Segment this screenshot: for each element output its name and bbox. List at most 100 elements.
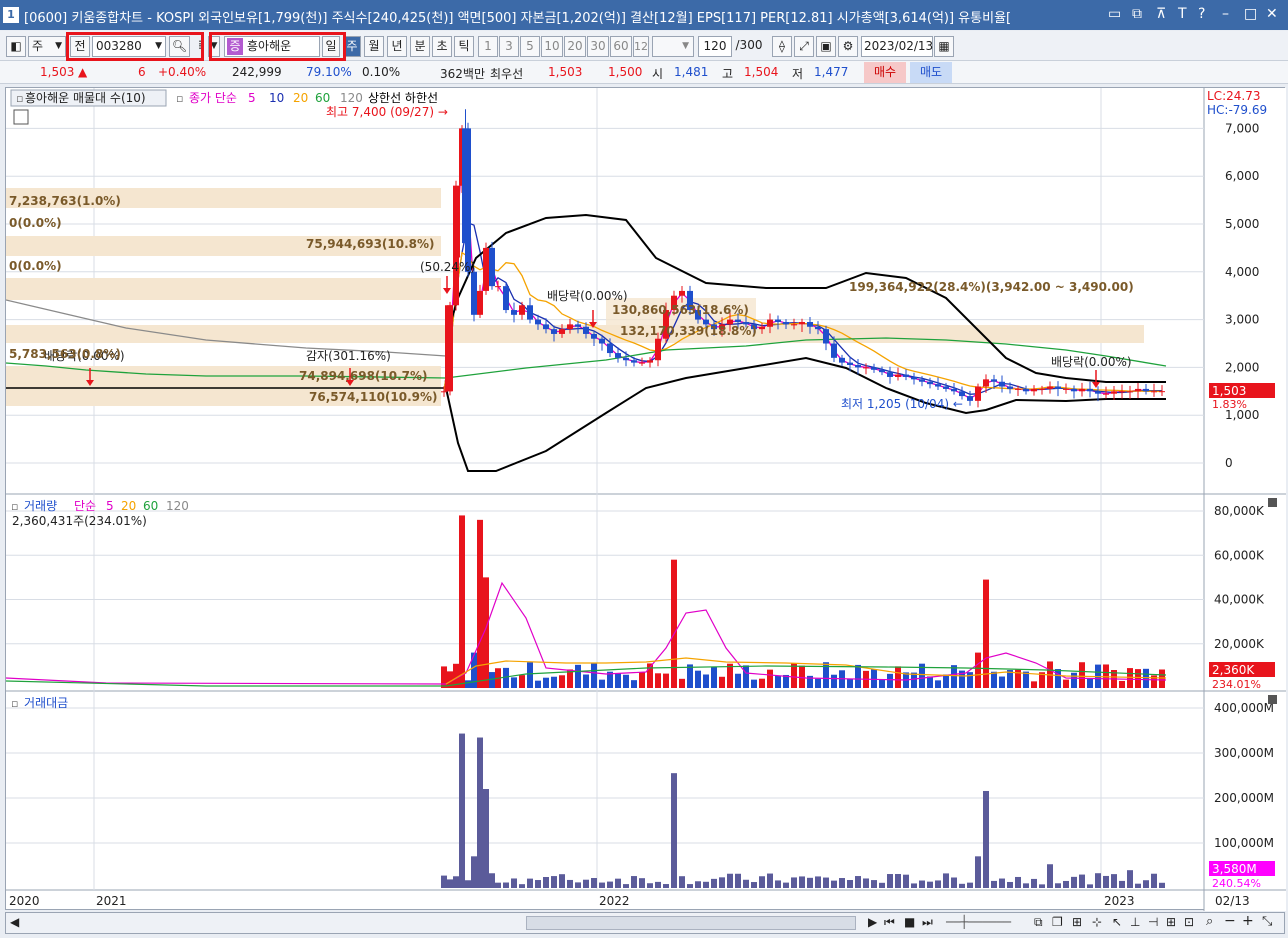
title-bar: 1 [0600] 키움종합차트 - KOSPI 외국인보유[1,799(천)] … xyxy=(0,0,1288,30)
interval-10[interactable]: 10 xyxy=(541,36,563,57)
indicator-icon[interactable]: ⟠ xyxy=(772,36,792,57)
vol-legend-ma120[interactable]: 120 xyxy=(166,499,189,513)
help-icon[interactable]: ? xyxy=(1198,6,1205,22)
table-icon[interactable] xyxy=(13,109,29,125)
amount-bar xyxy=(1023,883,1029,888)
count-input[interactable]: 120 xyxy=(698,36,732,57)
zoom-slider[interactable]: ──┼────── xyxy=(946,915,1011,929)
calendar-icon[interactable]: ▦ xyxy=(934,36,954,57)
scroll-thumb[interactable] xyxy=(526,916,856,930)
zoom-icon[interactable]: ⌕ xyxy=(1206,914,1213,929)
candle-body xyxy=(1135,388,1141,392)
vol-legend-ma20[interactable]: 20 xyxy=(121,499,136,513)
amount-bar xyxy=(831,880,837,888)
split-icon[interactable]: ⊣ xyxy=(1148,915,1158,929)
zoom-in-icon[interactable]: + xyxy=(1242,913,1254,929)
crosshair-icon[interactable]: ⊹ xyxy=(1092,915,1102,929)
layout-icon[interactable]: ▭ xyxy=(1108,6,1121,22)
close-button[interactable]: ✕ xyxy=(1266,6,1278,22)
legend-ma-title[interactable]: 종가 단순 xyxy=(189,91,237,105)
legend-ma120[interactable]: 120 xyxy=(340,91,363,105)
period-type-select[interactable]: 주 ▼ xyxy=(28,36,66,57)
chart-area[interactable]: 7,000 6,000 5,000 4,000 3,000 2,000 1,000 0 80,0… xyxy=(5,87,1286,911)
tf-second[interactable]: 초 xyxy=(432,36,452,57)
amount-bar xyxy=(511,878,517,888)
volume-bar xyxy=(559,675,565,688)
stop-icon[interactable]: ■ xyxy=(904,915,915,929)
layout-tool-icon[interactable]: ⧉ xyxy=(1034,915,1043,930)
tf-month[interactable]: 월 xyxy=(364,36,384,57)
tf-year[interactable]: 년 xyxy=(387,36,407,57)
interval-1[interactable]: 1 xyxy=(478,36,498,57)
vol-legend-ma-title[interactable]: 단순 xyxy=(74,499,96,513)
scroll-left-icon[interactable]: ◀ xyxy=(10,915,19,929)
save-icon[interactable]: ▣ xyxy=(816,36,836,57)
vol-tick-label: 60,000K xyxy=(1214,548,1265,562)
interval-20[interactable]: 20 xyxy=(564,36,586,57)
legend-ma5[interactable]: 5 xyxy=(248,91,256,105)
amount-bar xyxy=(483,789,489,888)
amount-bar xyxy=(623,884,629,888)
pointer-icon[interactable]: ↖ xyxy=(1112,915,1122,929)
panel-toggle-icon[interactable]: ◧ xyxy=(6,36,26,57)
tf-minute[interactable]: 분 xyxy=(410,36,430,57)
select-icon[interactable]: ⊡ xyxy=(1184,915,1194,929)
amount-bar xyxy=(935,880,941,888)
ruler-icon[interactable]: ⊥ xyxy=(1130,915,1140,929)
grid-icon[interactable]: ⊞ xyxy=(1166,915,1176,929)
amount-bar xyxy=(855,876,861,888)
legend-title[interactable]: 흥아해운 매물대 수(10) xyxy=(25,91,146,105)
pin-icon[interactable]: ⊼ xyxy=(1156,6,1166,22)
legend-band[interactable]: 상한선 하한선 xyxy=(368,91,438,105)
settings-gear-icon[interactable]: ⚙ xyxy=(838,36,858,57)
expand-icon[interactable]: ⤡ xyxy=(1262,914,1272,929)
amount-bar xyxy=(767,873,773,888)
legend-ma60[interactable]: 60 xyxy=(315,91,330,105)
profile-label-1: 7,238,763(1.0%) xyxy=(9,194,121,208)
vol-panel-close-icon[interactable] xyxy=(1268,498,1277,507)
legend-ma10[interactable]: 10 xyxy=(269,91,284,105)
interval-3[interactable]: 3 xyxy=(499,36,519,57)
volume-bar xyxy=(535,680,541,688)
vol-legend-title[interactable]: 거래량 xyxy=(24,499,57,513)
candle-body xyxy=(503,286,509,311)
amount-bar xyxy=(1143,880,1149,888)
chart-scrollbar[interactable]: ◀ ▶ ⏮ ■ ⏭ ──┼────── ⧉ ❐ ⊞ ⊹ ↖ ⊥ ⊣ ⊞ ⊡ ⌕ … xyxy=(5,912,1285,934)
copy-tool-icon[interactable]: ⊞ xyxy=(1072,915,1082,929)
window-tool-icon[interactable]: ❐ xyxy=(1052,915,1063,929)
font-icon[interactable]: T xyxy=(1178,6,1187,22)
interval-30[interactable]: 30 xyxy=(587,36,609,57)
amount-bar xyxy=(671,773,677,888)
vol-legend-ma60[interactable]: 60 xyxy=(143,499,158,513)
amt-legend-title[interactable]: 거래대금 xyxy=(24,696,68,710)
interval-120[interactable]: 120 xyxy=(633,36,649,57)
tile-icon[interactable]: ⧉ xyxy=(1132,6,1142,22)
draw-tool-icon[interactable]: ⤢ xyxy=(794,36,814,57)
volume-bar xyxy=(663,673,669,688)
interval-60[interactable]: 60 xyxy=(610,36,632,57)
vol-legend-ma5[interactable]: 5 xyxy=(106,499,114,513)
zoom-out-icon[interactable]: − xyxy=(1224,913,1236,929)
sell-button[interactable]: 매도 xyxy=(910,62,952,83)
forward-icon[interactable]: ⏭ xyxy=(922,915,933,930)
current-vol-label: 2,360K xyxy=(1212,663,1255,677)
interval-select[interactable]: ▼ xyxy=(652,36,694,57)
maximize-button[interactable]: □ xyxy=(1244,6,1257,22)
amt-tick-label: 400,000M xyxy=(1214,701,1274,715)
buy-button[interactable]: 매수 xyxy=(864,62,906,83)
candle-body xyxy=(575,324,581,327)
stock-chart[interactable]: 7,0006,0005,0004,0003,0002,0001,000080,0… xyxy=(5,88,1286,911)
amount-bar xyxy=(983,790,989,888)
amount-bar xyxy=(489,873,495,888)
tf-tick[interactable]: 틱 xyxy=(454,36,474,57)
app-number-icon[interactable]: 1 xyxy=(3,7,19,23)
candle-body xyxy=(1159,391,1165,393)
amt-panel-close-icon[interactable] xyxy=(1268,695,1277,704)
date-input[interactable]: 2023/02/13 xyxy=(861,36,933,57)
minimize-button[interactable]: – xyxy=(1222,6,1229,22)
volume-bar xyxy=(743,665,749,688)
scroll-right-icon[interactable]: ▶ xyxy=(868,915,877,929)
interval-5[interactable]: 5 xyxy=(520,36,540,57)
rewind-icon[interactable]: ⏮ xyxy=(884,915,895,930)
legend-ma20[interactable]: 20 xyxy=(293,91,308,105)
